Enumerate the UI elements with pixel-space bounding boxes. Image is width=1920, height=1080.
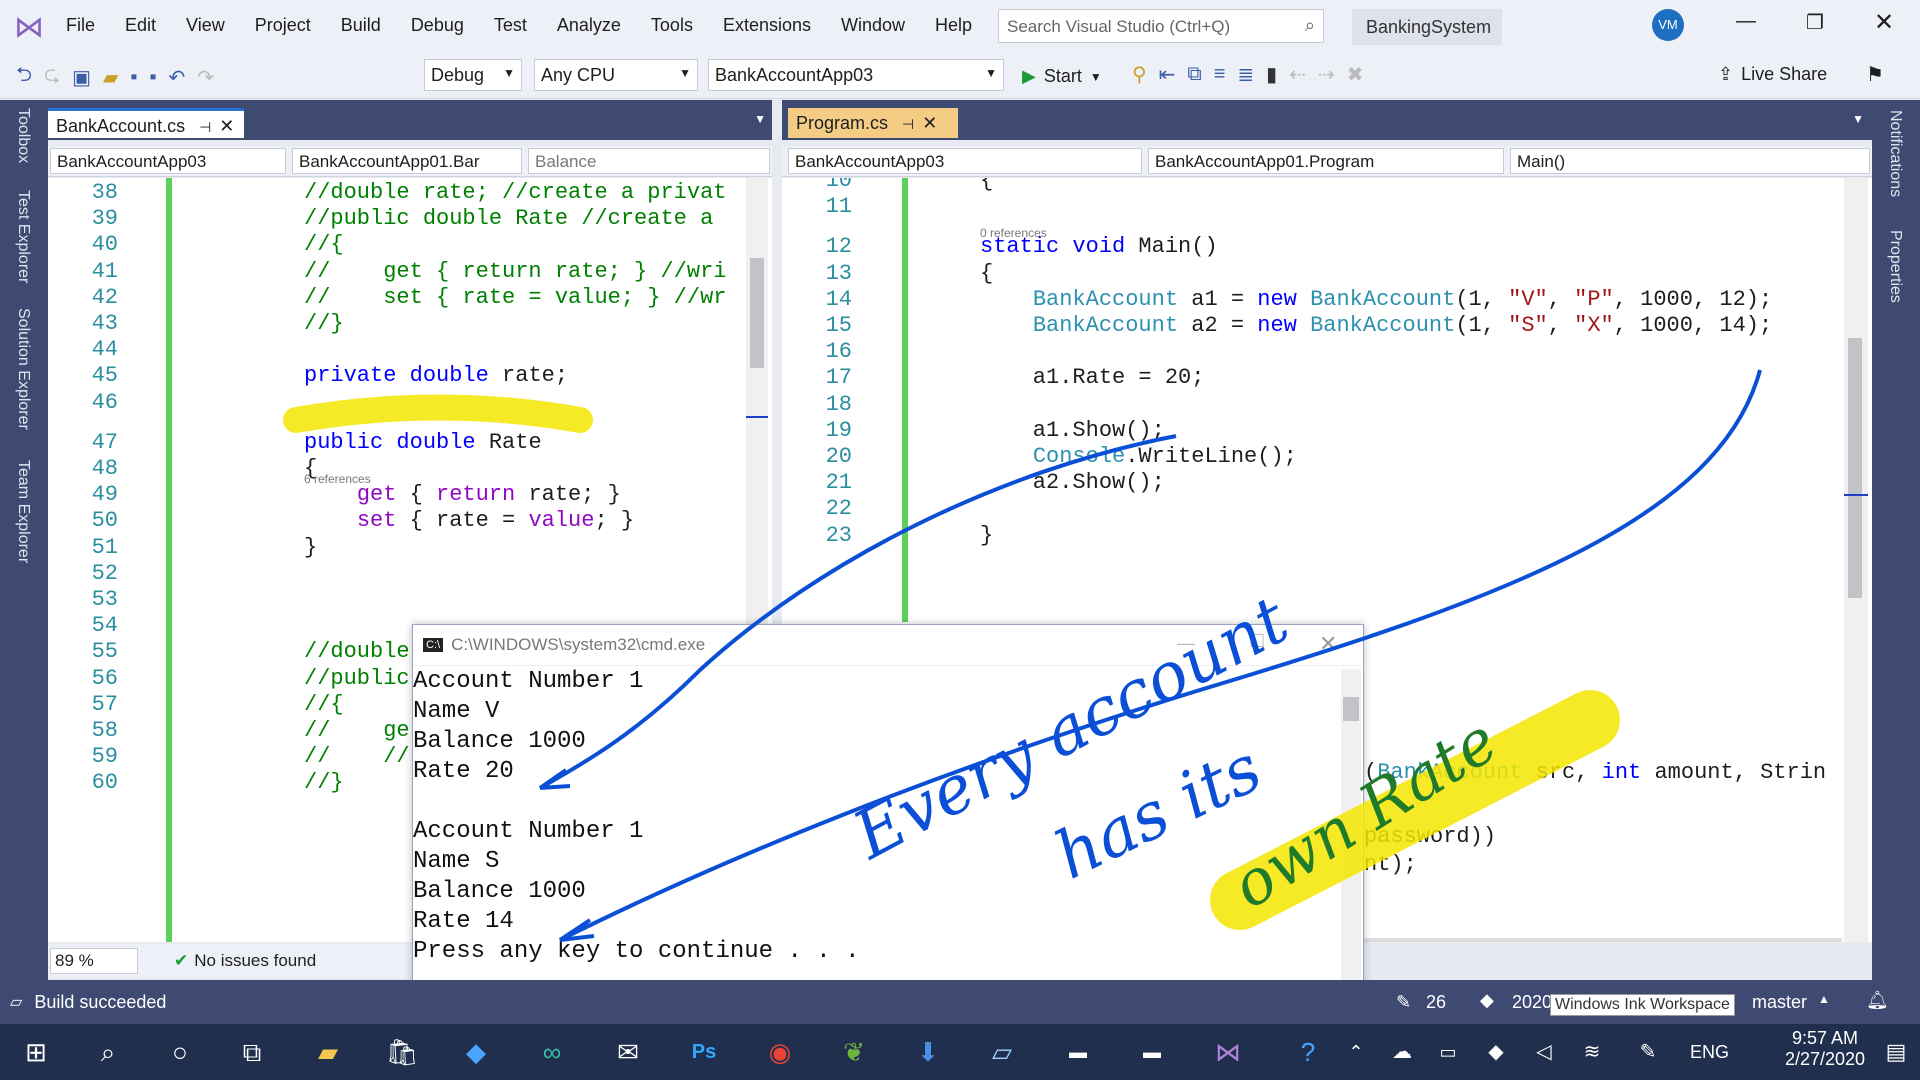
pen-icon[interactable]: ✎ xyxy=(1630,1034,1666,1070)
ink-annotation-layer: Every account has its own Rate xyxy=(283,369,1762,942)
arduino-icon[interactable]: ∞ xyxy=(534,1034,570,1070)
build-status-icon: ▱ xyxy=(10,994,23,1011)
branch-up-icon[interactable]: ▲ xyxy=(1818,992,1830,1006)
dropbox-tray-icon[interactable]: ◆ xyxy=(1478,1034,1514,1070)
volume-icon[interactable]: ◁ xyxy=(1526,1034,1562,1070)
language-indicator[interactable]: ENG xyxy=(1690,1042,1729,1063)
onedrive-icon[interactable]: ☁ xyxy=(1384,1034,1420,1070)
cortana-icon[interactable]: ○ xyxy=(162,1034,198,1070)
repo-icon: ◆ xyxy=(1480,990,1494,1010)
visual-studio-taskbar-icon[interactable]: ⋈ xyxy=(1210,1034,1246,1070)
cmd-taskbar-icon[interactable]: ▬ xyxy=(1060,1034,1096,1070)
branch-name[interactable]: master xyxy=(1752,992,1807,1013)
action-center-icon[interactable]: ▤ xyxy=(1878,1034,1914,1070)
highlight-stroke xyxy=(283,394,593,433)
notification-bell-icon[interactable]: 🔔︎ xyxy=(1866,990,1889,1011)
arrow-head xyxy=(558,918,595,942)
photoshop-icon[interactable]: Ps xyxy=(686,1034,722,1070)
spring-icon[interactable]: ❦ xyxy=(836,1034,872,1070)
search-icon[interactable]: ⌕ xyxy=(90,1034,126,1070)
mail-icon[interactable]: ✉ xyxy=(610,1034,646,1070)
help-icon[interactable]: ? xyxy=(1290,1034,1326,1070)
notes-icon[interactable]: ▱ xyxy=(984,1034,1020,1070)
app-icon[interactable]: ⬇ xyxy=(910,1034,946,1070)
wifi-icon[interactable]: ≋ xyxy=(1574,1034,1610,1070)
status-bar: ▱ Build succeeded ✎ 26 ◆ 2020 Windows In… xyxy=(0,980,1920,1024)
taskbar: ⊞ ⌕ ○ ⧉ ▰ 🛍︎ ◆ ∞ ✉ Ps ◉ ❦ ⬇ ▱ ▬ ▬ ⋈ ? ⌃ … xyxy=(0,1024,1920,1080)
battery-icon[interactable]: ▭ xyxy=(1430,1034,1466,1070)
dropbox-icon[interactable]: ◆ xyxy=(458,1034,494,1070)
clock[interactable]: 9:57 AM 2/27/2020 xyxy=(1770,1028,1880,1070)
build-status: Build succeeded xyxy=(34,991,167,1012)
task-view-icon[interactable]: ⧉ xyxy=(234,1034,270,1070)
arrow-head xyxy=(538,768,571,790)
store-icon[interactable]: 🛍︎ xyxy=(384,1034,420,1070)
chrome-icon[interactable]: ◉ xyxy=(762,1034,798,1070)
repo-name[interactable]: 2020 xyxy=(1512,992,1552,1013)
ink-workspace-tooltip: Windows Ink Workspace xyxy=(1550,994,1735,1016)
pending-changes[interactable]: 26 xyxy=(1426,992,1446,1013)
windows-start-icon[interactable]: ⊞ xyxy=(18,1034,54,1070)
tray-expand-icon[interactable]: ⌃ xyxy=(1338,1034,1374,1070)
cmd-taskbar-icon-2[interactable]: ▬ xyxy=(1134,1034,1170,1070)
pencil-icon: ✎ xyxy=(1396,992,1412,1012)
file-explorer-icon[interactable]: ▰ xyxy=(310,1034,346,1070)
